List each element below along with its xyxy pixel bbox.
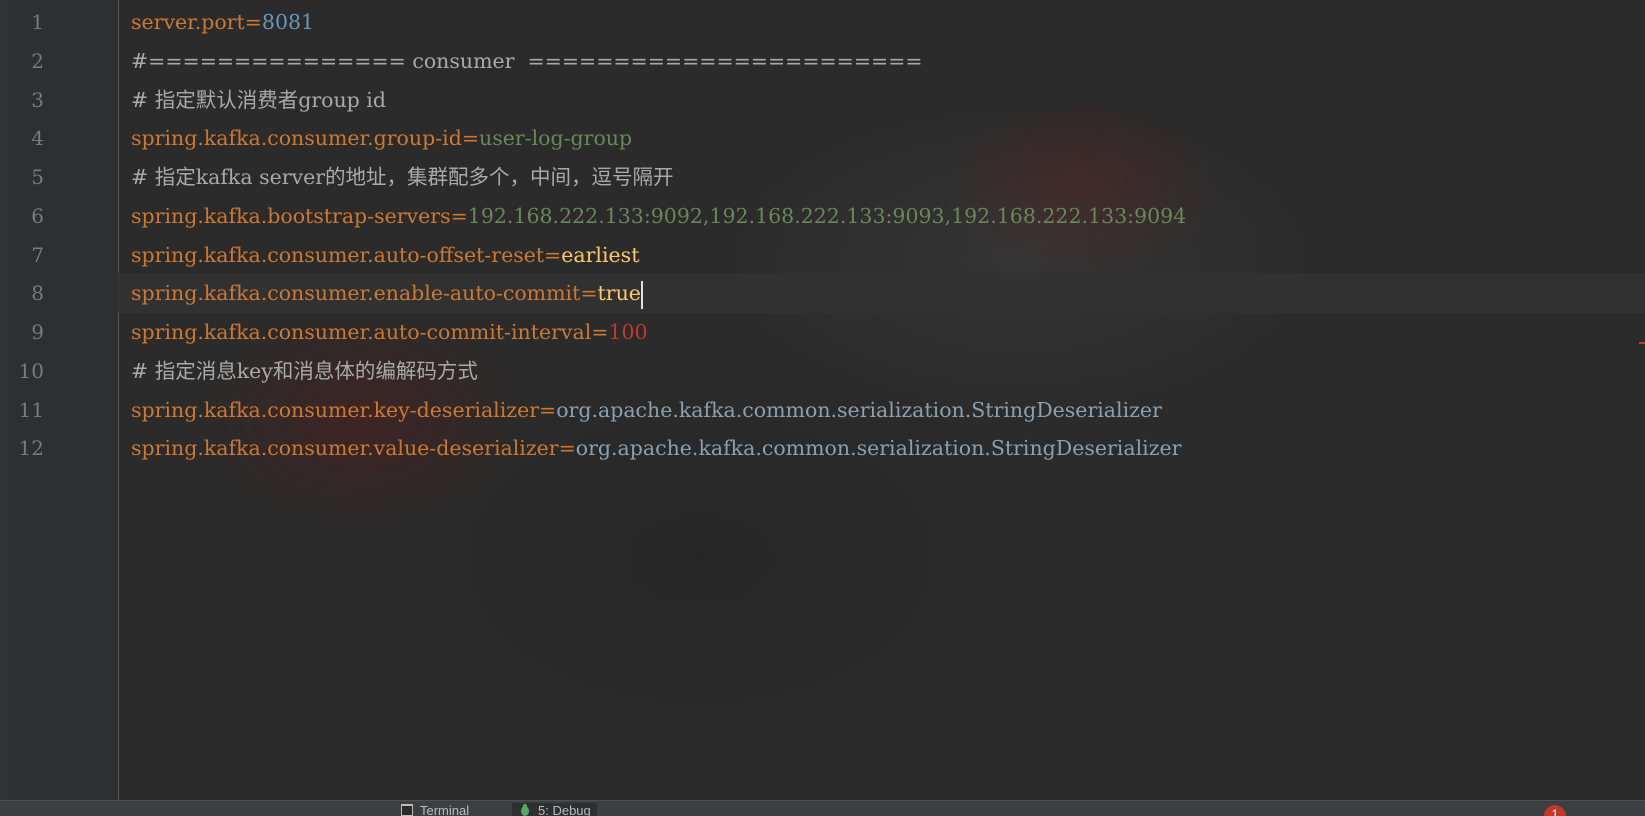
bug-icon — [521, 804, 529, 816]
code-line[interactable]: spring.kafka.consumer.auto-commit-interv… — [118, 312, 1645, 352]
equals-sign: = — [558, 436, 576, 460]
line-number: 10 — [18, 359, 44, 383]
code-editor[interactable]: server.port=8081 #=============== consum… — [118, 0, 1645, 800]
comment-text: # 指定kafka server的地址，集群配多个，中间，逗号隔开 — [131, 165, 674, 189]
code-line[interactable]: # 指定消息key和消息体的编解码方式 — [118, 351, 1645, 391]
property-value: org.apache.kafka.common.serialization.St… — [575, 436, 1182, 460]
property-value: true — [597, 281, 641, 305]
code-line[interactable]: spring.kafka.bootstrap-servers=192.168.2… — [118, 196, 1645, 236]
line-number: 5 — [31, 165, 44, 189]
comment-text: #=============== consumer ==============… — [131, 49, 923, 73]
tab-terminal[interactable]: Terminal — [400, 803, 469, 816]
code-line[interactable]: spring.kafka.consumer.group-id=user-log-… — [118, 118, 1645, 158]
property-key: server.port — [131, 10, 245, 34]
property-value: earliest — [561, 243, 640, 267]
text-caret — [640, 280, 643, 309]
property-key: spring.kafka.consumer.auto-commit-interv… — [131, 320, 592, 344]
code-line[interactable]: #=============== consumer ==============… — [118, 41, 1645, 81]
comment-text: # 指定默认消费者group id — [131, 88, 386, 112]
property-key: spring.kafka.consumer.key-deserializer — [131, 398, 540, 422]
equals-sign: = — [580, 281, 598, 305]
property-value: org.apache.kafka.common.serialization.St… — [556, 398, 1162, 422]
line-number-gutter: 1 2 3 4 5 6 7 8 9 10 11 12 — [6, 0, 119, 800]
property-key: spring.kafka.consumer.enable-auto-commit — [131, 281, 581, 305]
equals-sign: = — [544, 243, 562, 267]
line-number: 6 — [31, 204, 44, 228]
terminal-icon — [401, 804, 413, 816]
line-number: 1 — [31, 10, 44, 34]
code-line[interactable]: spring.kafka.consumer.value-deserializer… — [118, 428, 1645, 468]
code-line[interactable]: spring.kafka.consumer.auto-offset-reset=… — [118, 235, 1645, 275]
event-log-badge[interactable]: 1 — [1544, 805, 1566, 816]
error-stripe-marker[interactable] — [1639, 342, 1645, 344]
property-value: 100 — [608, 320, 648, 344]
property-value: 192.168.222.133:9092,192.168.222.133:909… — [467, 204, 1187, 228]
line-number: 8 — [31, 281, 44, 305]
comment-text: # 指定消息key和消息体的编解码方式 — [131, 359, 478, 383]
property-value: 8081 — [261, 10, 315, 34]
code-line[interactable]: server.port=8081 — [118, 2, 1645, 42]
line-number: 11 — [18, 398, 44, 422]
equals-sign: = — [591, 320, 609, 344]
code-line[interactable]: # 指定kafka server的地址，集群配多个，中间，逗号隔开 — [118, 157, 1645, 197]
line-number: 4 — [31, 126, 44, 150]
property-key: spring.kafka.consumer.auto-offset-reset — [131, 243, 545, 267]
line-number: 12 — [18, 436, 44, 460]
tab-label: 5: Debug — [538, 803, 591, 816]
property-value: user-log-group — [479, 126, 633, 150]
line-number: 9 — [31, 320, 44, 344]
ide-window: 1 2 3 4 5 6 7 8 9 10 11 12 server.port=8… — [0, 0, 1645, 816]
tab-debug[interactable]: 5: Debug — [512, 803, 597, 816]
equals-sign: = — [244, 10, 262, 34]
property-key: spring.kafka.consumer.value-deserializer — [131, 436, 559, 460]
code-line[interactable]: spring.kafka.consumer.key-deserializer=o… — [118, 390, 1645, 430]
property-key: spring.kafka.bootstrap-servers — [131, 204, 451, 228]
tool-window-bar: Terminal 5: Debug 1 — [0, 800, 1645, 816]
line-number: 2 — [31, 49, 44, 73]
line-number: 7 — [31, 243, 44, 267]
property-key: spring.kafka.consumer.group-id — [131, 126, 462, 150]
code-line-current[interactable]: spring.kafka.consumer.enable-auto-commit… — [118, 273, 1645, 313]
equals-sign: = — [539, 398, 557, 422]
line-number: 3 — [31, 88, 44, 112]
code-line[interactable]: # 指定默认消费者group id — [118, 80, 1645, 120]
equals-sign: = — [461, 126, 480, 150]
tab-label: Terminal — [420, 803, 470, 816]
equals-sign: = — [450, 204, 468, 228]
